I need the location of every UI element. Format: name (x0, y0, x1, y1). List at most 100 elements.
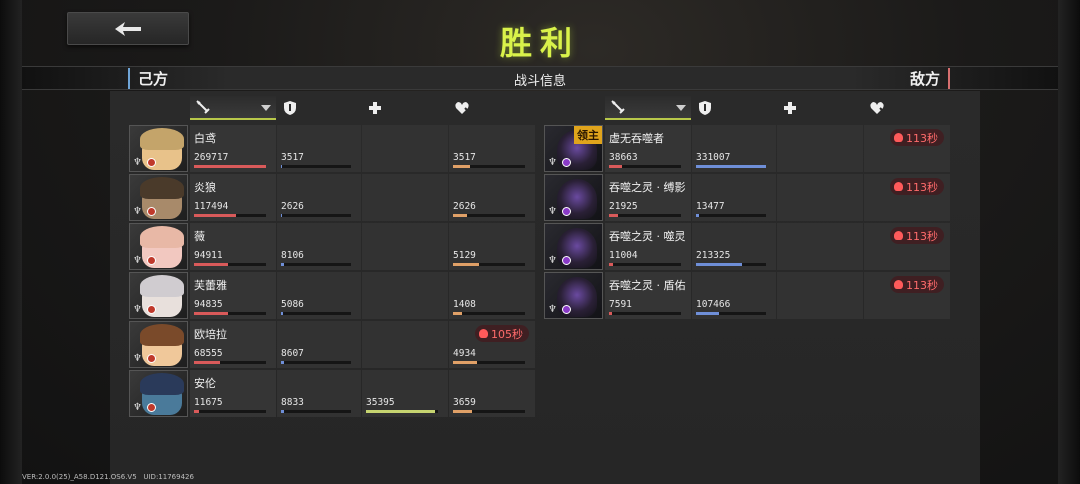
character-portrait[interactable]: ♆ (129, 174, 188, 221)
ally-row[interactable]: ♆ 安伦 11675 8833 35395 3659 (129, 370, 535, 417)
revive-timer-badge: 113秒 (890, 178, 944, 195)
ally-row[interactable]: ♆ 芙蕾雅 94835 5086 1408 (129, 272, 535, 319)
damage-bar (194, 165, 266, 168)
character-portrait[interactable]: ♆ (129, 272, 188, 319)
stat-cell (362, 125, 448, 172)
stat-cell: 4934 105秒 (449, 321, 535, 368)
def-value: 5086 (281, 299, 304, 310)
enemy-sort-damage-taken-tab[interactable] (864, 96, 950, 120)
damage-value: 21925 (609, 201, 638, 212)
stat-cell: 107466 (692, 272, 776, 319)
damage-value: 11675 (194, 397, 223, 408)
def-value: 13477 (696, 201, 725, 212)
damage-bar (194, 361, 266, 364)
boss-badge: 领主 (574, 126, 602, 144)
element-icon (562, 305, 571, 314)
def-bar-fill (696, 214, 699, 217)
enemy-sort-heal-tab[interactable] (777, 96, 863, 120)
taken-value: 3517 (453, 152, 476, 163)
portrait-hair (140, 275, 184, 297)
stat-cell: 2626 (277, 174, 361, 221)
element-icon (147, 207, 156, 216)
damage-bar (194, 214, 266, 217)
ally-sort-damage-tab[interactable] (190, 96, 276, 120)
damage-bar-fill (194, 263, 228, 266)
stat-cell: 5086 (277, 272, 361, 319)
stat-cell: 吞噬之灵 · 噬灵 11004 (605, 223, 691, 270)
character-portrait[interactable]: ♆ (129, 370, 188, 417)
enemy-row[interactable]: ♆ 吞噬之灵 · 盾佑 7591 107466 113秒 (544, 272, 950, 319)
taken-bar-fill (453, 263, 479, 266)
damage-value: 117494 (194, 201, 229, 212)
character-portrait[interactable]: ♆ (129, 223, 188, 270)
ally-sort-shield-tab[interactable] (277, 96, 361, 120)
portrait-hair (140, 128, 184, 150)
damage-bar (609, 165, 681, 168)
element-icon (147, 403, 156, 412)
damage-bar (609, 312, 681, 315)
enemy-portrait[interactable]: ♆ (544, 174, 603, 221)
version-info: VER:2.0.0(25)_A58.D121.OS6.V5 UID:117694… (22, 473, 194, 481)
character-portrait[interactable]: ♆ (129, 321, 188, 368)
enemy-row[interactable]: ♆ 吞噬之灵 · 缚影 21925 13477 113秒 (544, 174, 950, 221)
enemy-row[interactable]: ♆ 吞噬之灵 · 噬灵 11004 213325 113秒 (544, 223, 950, 270)
right-frame-ornament (1058, 0, 1080, 484)
damage-icon (611, 100, 625, 114)
character-name: 吞噬之灵 · 噬灵 (609, 230, 686, 243)
taken-bar (453, 263, 525, 266)
element-icon (147, 256, 156, 265)
taken-bar-fill (453, 410, 472, 413)
stat-cell (777, 174, 863, 221)
damage-taken-icon (455, 102, 470, 114)
enemy-portrait[interactable]: ♆ (544, 223, 603, 270)
timer-text: 113秒 (906, 180, 938, 194)
heal-value: 35395 (366, 397, 395, 408)
damage-value: 68555 (194, 348, 223, 359)
def-bar-fill (281, 263, 284, 266)
stat-cell: 331007 (692, 125, 776, 172)
revive-timer-badge: 113秒 (890, 227, 944, 244)
damage-bar-fill (194, 410, 199, 413)
damage-bar-fill (609, 165, 622, 168)
stat-cell: 吞噬之灵 · 缚影 21925 (605, 174, 691, 221)
enemy-row[interactable]: ♆ 领主 虚无吞噬者 38663 331007 113秒 (544, 125, 950, 172)
enemy-portrait[interactable]: ♆ 领主 (544, 125, 603, 172)
back-button[interactable] (67, 12, 189, 45)
enemy-portrait[interactable]: ♆ (544, 272, 603, 319)
heal-bar-fill (366, 410, 435, 413)
skull-icon (894, 280, 903, 289)
ally-sort-damage-taken-tab[interactable] (449, 96, 535, 120)
element-icon (147, 354, 156, 363)
taken-bar-fill (453, 165, 470, 168)
def-bar (696, 263, 766, 266)
stat-cell: 欧培拉 68555 (190, 321, 276, 368)
ally-sort-heal-tab[interactable] (362, 96, 448, 120)
def-value: 2626 (281, 201, 304, 212)
damage-value: 11004 (609, 250, 638, 261)
def-value: 213325 (696, 250, 731, 261)
stat-cell: 113秒 (864, 125, 950, 172)
portrait-hair (140, 177, 184, 199)
stat-cell: 8106 (277, 223, 361, 270)
def-value: 331007 (696, 152, 731, 163)
enemy-sort-shield-tab[interactable] (692, 96, 776, 120)
character-name: 炎狼 (194, 181, 216, 194)
stat-cell: 1408 (449, 272, 535, 319)
stat-cell: 2626 (449, 174, 535, 221)
def-value: 107466 (696, 299, 731, 310)
ally-row[interactable]: ♆ 炎狼 117494 2626 2626 (129, 174, 535, 221)
enemy-sort-damage-tab[interactable] (605, 96, 691, 120)
def-bar (696, 165, 766, 168)
character-portrait[interactable]: ♆ (129, 125, 188, 172)
portrait-hair (140, 324, 184, 346)
ally-row[interactable]: ♆ 白鸢 269717 3517 3517 (129, 125, 535, 172)
damage-bar-fill (194, 361, 220, 364)
enemy-side-label: 敌方 (910, 68, 950, 89)
stat-cell (362, 223, 448, 270)
ally-row[interactable]: ♆ 薇 94911 8106 5129 (129, 223, 535, 270)
def-bar (281, 263, 351, 266)
class-crest-icon: ♆ (133, 304, 142, 315)
ally-row[interactable]: ♆ 欧培拉 68555 8607 4934 105秒 (129, 321, 535, 368)
def-bar-fill (281, 361, 284, 364)
stat-cell: 虚无吞噬者 38663 (605, 125, 691, 172)
